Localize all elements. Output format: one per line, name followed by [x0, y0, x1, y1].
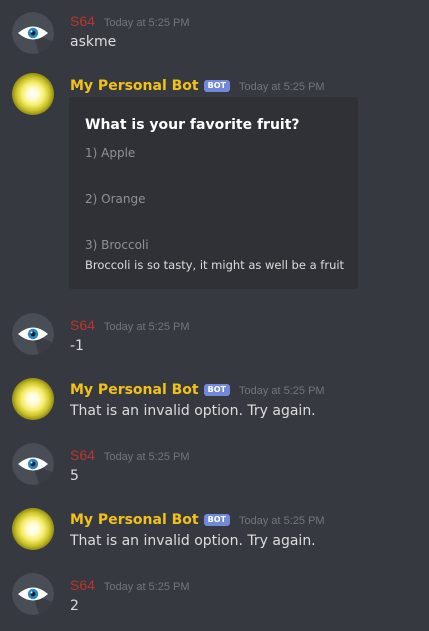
timestamp: Today at 5:25 PM	[103, 321, 190, 333]
message-text: -1	[70, 338, 84, 354]
message-text: That is an invalid option. Try again.	[70, 533, 316, 549]
username[interactable]: S64	[70, 577, 95, 593]
timestamp: Today at 5:25 PM	[103, 17, 190, 29]
message: My Personal Bot BOT Today at 5:25 PM That …	[0, 365, 429, 430]
timestamp: Today at 5:25 PM	[238, 385, 325, 397]
timestamp: Today at 5:25 PM	[103, 451, 190, 463]
username[interactable]: My Personal Bot	[70, 78, 199, 94]
timestamp: Today at 5:25 PM	[238, 515, 325, 527]
avatar[interactable]	[12, 313, 54, 355]
eye-icon	[12, 573, 54, 615]
message: S64 Today at 5:25 PM -1	[0, 300, 429, 365]
timestamp: Today at 5:25 PM	[103, 581, 190, 593]
message: S64 Today at 5:25 PM 2	[0, 560, 429, 631]
avatar[interactable]	[12, 378, 54, 420]
message: My Personal Bot BOT Today at 5:25 PM That …	[0, 495, 429, 560]
username[interactable]: My Personal Bot	[70, 512, 199, 528]
message-text: 5	[70, 468, 79, 484]
message: S64 Today at 5:25 PM askme	[0, 0, 429, 60]
timestamp: Today at 5:25 PM	[238, 81, 325, 93]
username[interactable]: S64	[70, 317, 95, 333]
glowing-orb-icon	[12, 378, 54, 420]
username[interactable]: My Personal Bot	[70, 382, 199, 398]
message-text: That is an invalid option. Try again.	[70, 403, 316, 419]
glowing-orb-icon	[12, 508, 54, 550]
avatar[interactable]	[12, 508, 54, 550]
avatar[interactable]	[12, 443, 54, 485]
username[interactable]: S64	[70, 447, 95, 463]
embed-option: 1) Apple	[85, 146, 136, 160]
message: S64 Today at 5:25 PM 5	[0, 430, 429, 495]
embed-title: What is your favorite fruit?	[85, 117, 300, 133]
glowing-orb-icon	[12, 73, 54, 115]
avatar[interactable]	[12, 73, 54, 115]
avatar[interactable]	[12, 573, 54, 615]
avatar[interactable]	[12, 12, 54, 54]
message-text: askme	[70, 34, 117, 50]
bot-tag-badge: BOT	[203, 80, 230, 92]
embed: What is your favorite fruit? 1) Apple 2)…	[69, 97, 358, 289]
embed-description: Broccoli is so tasty, it might as well b…	[85, 258, 345, 272]
username[interactable]: S64	[70, 13, 95, 29]
embed-option: 2) Orange	[85, 192, 146, 206]
embed-option: 3) Broccoli	[85, 238, 149, 252]
bot-tag-badge: BOT	[203, 514, 230, 526]
eye-icon	[12, 443, 54, 485]
bot-tag-badge: BOT	[203, 384, 230, 396]
message: My Personal Bot BOT Today at 5:25 PM What …	[0, 60, 429, 300]
message-text: 2	[70, 598, 79, 614]
eye-icon	[12, 12, 54, 54]
eye-icon	[12, 313, 54, 355]
